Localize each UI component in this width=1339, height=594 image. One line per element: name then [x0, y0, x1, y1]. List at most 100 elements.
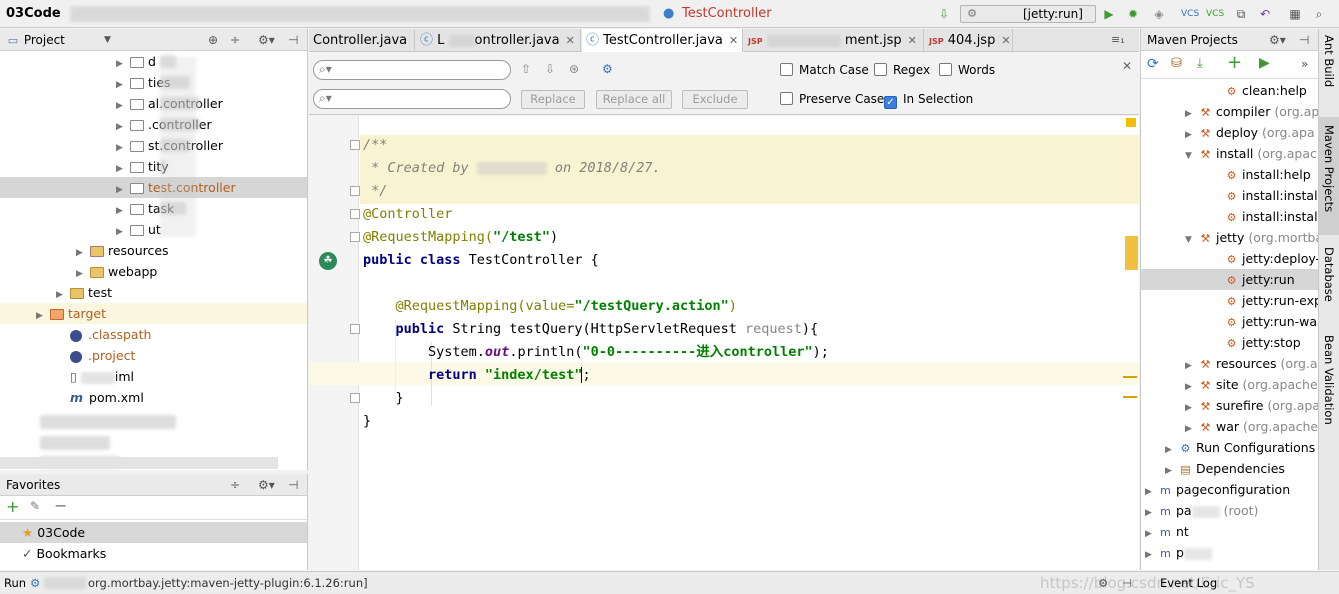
tree-item-d[interactable]: ▶ d — [0, 51, 307, 72]
maven-projects-tab[interactable]: Maven Projects — [1322, 125, 1336, 212]
maven-item-dependencies[interactable]: ▶ ▤ Dependencies — [1141, 458, 1318, 479]
breadcrumb-project[interactable]: 03Code — [6, 6, 61, 21]
tree-item-resources[interactable]: ▶ resources — [0, 240, 307, 261]
close-icon[interactable]: ✕ — [908, 34, 917, 47]
tree-item-iml[interactable]: ▯ iml — [0, 366, 307, 387]
replace-all-button[interactable]: Replace all — [596, 90, 672, 109]
tree-item-pom-xml[interactable]: m pom.xml — [0, 387, 307, 408]
maven-item-war[interactable]: ▶ ⚒ war (org.apache — [1141, 416, 1318, 437]
maven-item-install-install-f[interactable]: ⚙ install:install-f — [1141, 206, 1330, 227]
tab-testcontroller-java[interactable]: ⓒ TestController.java ✕ — [582, 29, 743, 52]
run-icon[interactable]: ▶ — [1259, 55, 1270, 71]
tree-item-tity[interactable]: ▶ tity — [0, 156, 307, 177]
compare-icon[interactable]: ⧉ — [1232, 5, 1250, 23]
code-editor[interactable]: ☘ 💡 /** * Created by on 2018/8/27. */ @C… — [309, 116, 1139, 570]
add-icon[interactable]: + — [1227, 52, 1242, 73]
collapse-icon[interactable]: ÷ — [230, 474, 240, 496]
inspection-status-icon[interactable] — [1126, 118, 1136, 127]
tree-item-classpath[interactable]: .classpath — [0, 324, 307, 345]
tree-item-project[interactable]: .project — [0, 345, 307, 366]
tree-item-webapp[interactable]: ▶ webapp — [0, 261, 307, 282]
edit-icon[interactable]: ✎ — [30, 499, 40, 513]
close-icon[interactable]: ✕ — [1001, 34, 1010, 47]
maven-item-install-install[interactable]: ⚙ install:install — [1141, 185, 1321, 206]
match-case-checkbox[interactable]: Match Case — [780, 63, 869, 77]
generate-sources-icon[interactable]: ⛁ — [1171, 56, 1182, 71]
remove-icon[interactable]: − — [54, 496, 67, 515]
maven-item-deploy[interactable]: ▶ ⚒ deploy (org.apa — [1141, 122, 1318, 143]
search-input[interactable]: ⌕▾ — [313, 60, 511, 80]
tree-item-controller[interactable]: ▶ .controller — [0, 114, 307, 135]
spring-bean-icon[interactable]: ☘ — [319, 252, 337, 270]
close-icon[interactable]: ✕ — [566, 34, 575, 47]
more-icon[interactable]: » — [1301, 57, 1308, 71]
maven-item-jetty-run-expl[interactable]: ⚙ jetty:run-expl — [1141, 290, 1326, 311]
fold-marker[interactable] — [350, 232, 360, 242]
tree-item-ut[interactable]: ▶ ut — [0, 219, 307, 240]
run-icon[interactable]: ▶ — [1100, 5, 1118, 23]
close-icon[interactable]: ✕ — [729, 34, 738, 47]
tree-item-test[interactable]: ▶ test — [0, 282, 307, 303]
bean-validation-tab[interactable]: Bean Validation — [1322, 335, 1336, 425]
tab-404-jsp[interactable]: JSP 404.jsp ✕ — [925, 29, 1013, 52]
tree-item-ties[interactable]: ▶ ties — [0, 72, 307, 93]
maven-item-clean-help[interactable]: ⚙ clean:help — [1141, 80, 1318, 101]
tree-item-test-controller[interactable]: ▶ test.controller — [0, 177, 307, 198]
maven-item-run-configurations[interactable]: ▶ ⚙ Run Configurations — [1141, 437, 1318, 458]
maven-item-compiler[interactable]: ▶ ⚒ compiler (org.ap — [1141, 101, 1319, 122]
vcs-update-icon[interactable]: ⇩ — [935, 5, 953, 23]
maven-item-pageconfiguration[interactable]: ▶ m pageconfiguration — [1141, 479, 1318, 500]
project-structure-icon[interactable]: ▦ — [1286, 5, 1304, 23]
add-icon[interactable]: + — [6, 497, 19, 516]
collapse-icon[interactable]: ÷ — [230, 29, 240, 51]
settings-icon[interactable]: ⚙ — [1098, 572, 1108, 594]
maven-item-jetty-run[interactable]: ⚙ jetty:run — [1141, 269, 1318, 290]
maven-item-jetty-deploy-w[interactable]: ⚙ jetty:deploy-w — [1141, 248, 1331, 269]
favorites-item-03code[interactable]: ★ 03Code — [0, 522, 307, 543]
split-icon[interactable]: ⊣ — [1122, 572, 1132, 594]
hide-panel-icon[interactable]: ⊣ — [1299, 29, 1309, 51]
maven-item-nt[interactable]: ▶ m nt — [1141, 521, 1318, 542]
maven-item-resources[interactable]: ▶ ⚒ resources (org.a — [1141, 353, 1318, 374]
hide-panel-icon[interactable]: ⊣ — [288, 29, 298, 51]
fold-marker[interactable] — [350, 209, 360, 219]
regex-checkbox[interactable]: Regex — [874, 63, 930, 77]
locate-icon[interactable]: ⊕ — [208, 29, 218, 51]
revert-icon[interactable]: ↶ — [1256, 5, 1274, 23]
words-checkbox[interactable]: Words — [939, 63, 995, 77]
event-log-button[interactable]: Event Log — [1160, 572, 1217, 594]
maven-item-site[interactable]: ▶ ⚒ site (org.apache. — [1141, 374, 1322, 395]
reimport-icon[interactable]: ⟳ — [1147, 56, 1159, 72]
coverage-icon[interactable]: ◈ — [1150, 5, 1168, 23]
scrollbar-thumb[interactable] — [1125, 236, 1138, 270]
find-all-icon[interactable]: ⊛ — [569, 62, 579, 76]
maven-item-install[interactable]: ▼ ⚒ install (org.apach — [1141, 143, 1325, 164]
maven-item-install-help[interactable]: ⚙ install:help — [1141, 164, 1318, 185]
horizontal-scrollbar[interactable] — [0, 457, 278, 469]
maven-item-jetty-run-war[interactable]: ⚙ jetty:run-war — [1141, 311, 1323, 332]
gear-icon[interactable]: ⚙▾ — [258, 29, 275, 51]
error-stripe-mark[interactable] — [1123, 376, 1137, 378]
run-label[interactable]: Run — [4, 572, 26, 594]
gear-icon[interactable]: ⚙▾ — [258, 474, 275, 496]
replace-button[interactable]: Replace — [521, 90, 585, 109]
tabs-overflow-icon[interactable]: ≡₁ — [1111, 33, 1125, 46]
fold-marker[interactable] — [350, 140, 360, 150]
close-icon[interactable]: ✕ — [413, 34, 414, 47]
tree-item-al-controller[interactable]: ▶ al.controller — [0, 93, 307, 114]
download-icon[interactable]: ⤓ — [1197, 56, 1203, 71]
vcs-update-project-icon[interactable]: VCS — [1181, 5, 1199, 23]
maven-item-surefire[interactable]: ▶ ⚒ surefire (org.apa — [1141, 395, 1320, 416]
tab-l-controller-java[interactable]: ⓒ L ontroller.java ✕ — [416, 29, 581, 52]
maven-item-pa[interactable]: ▶ m pa (root) — [1141, 500, 1318, 521]
previous-occurrence-icon[interactable]: ⇧ — [521, 62, 531, 76]
error-stripe-mark[interactable] — [1123, 396, 1137, 398]
ant-build-tab[interactable]: Ant Build — [1322, 35, 1336, 87]
project-panel-title[interactable]: Project — [24, 33, 65, 47]
fold-marker[interactable] — [350, 324, 360, 334]
vcs-commit-icon[interactable]: VCS — [1206, 5, 1224, 23]
chevron-down-icon[interactable]: ▼ — [104, 29, 111, 51]
database-tab[interactable]: Database — [1322, 247, 1336, 302]
gear-icon[interactable]: ⚙▾ — [1269, 29, 1286, 51]
fold-marker[interactable] — [350, 186, 360, 196]
